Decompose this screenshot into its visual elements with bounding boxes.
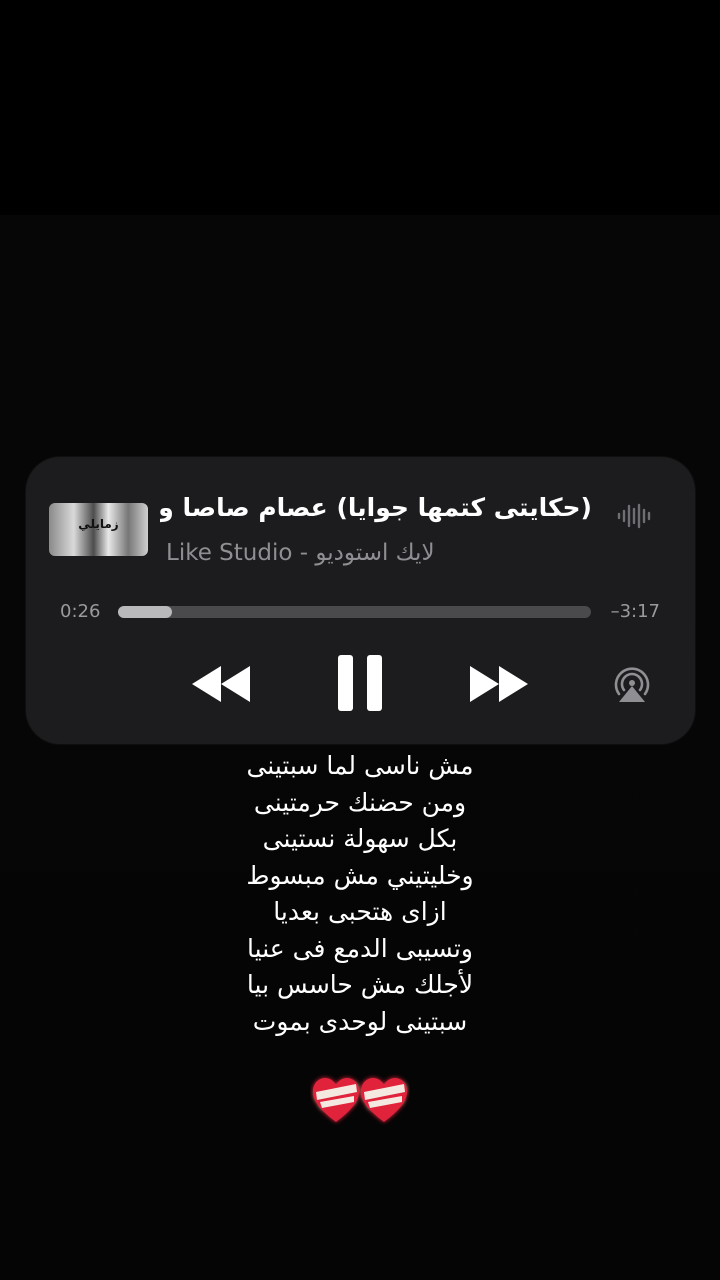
lyrics-text: مش ناسى لما سبتينى ومن حضنك حرمتينى بكل … [160, 748, 560, 1040]
airplay-icon[interactable] [611, 664, 653, 704]
remaining-time: –3:17 [610, 601, 660, 622]
bandaged-heart-icon [313, 1078, 407, 1122]
waveform-icon [617, 503, 651, 529]
progress-fill [118, 606, 173, 618]
track-title[interactable]: (حكايتى كتمها جوايا) عصام صاصا و مع [160, 489, 592, 527]
lyric-line: ازاى هتحبى بعديا [273, 897, 447, 926]
lyric-line: لأجلك مش حاسس بيا [246, 970, 474, 999]
album-artwork[interactable]: زمايلي [49, 503, 148, 556]
lyric-line: بكل سهولة نستينى [262, 824, 458, 853]
progress-scrubber[interactable] [118, 606, 591, 618]
backward-icon[interactable] [190, 663, 254, 705]
pause-icon[interactable] [336, 653, 384, 713]
lyric-line: وتسيبى الدمع فى عنيا [247, 933, 473, 963]
lyric-line: سبتينى لوحدى بموت [252, 1006, 468, 1036]
lyric-line: وخليتيني مش مبسوط [246, 860, 474, 890]
lyric-line: ومن حضنك حرمتينى [253, 787, 467, 817]
lyric-line: مش ناسى لما سبتينى [246, 751, 474, 780]
elapsed-time: 0:26 [60, 601, 101, 622]
artwork-label: زمايلي [78, 517, 119, 531]
forward-icon[interactable] [466, 663, 530, 705]
track-artist[interactable]: Like Studio - لايك استوديو [166, 536, 546, 570]
